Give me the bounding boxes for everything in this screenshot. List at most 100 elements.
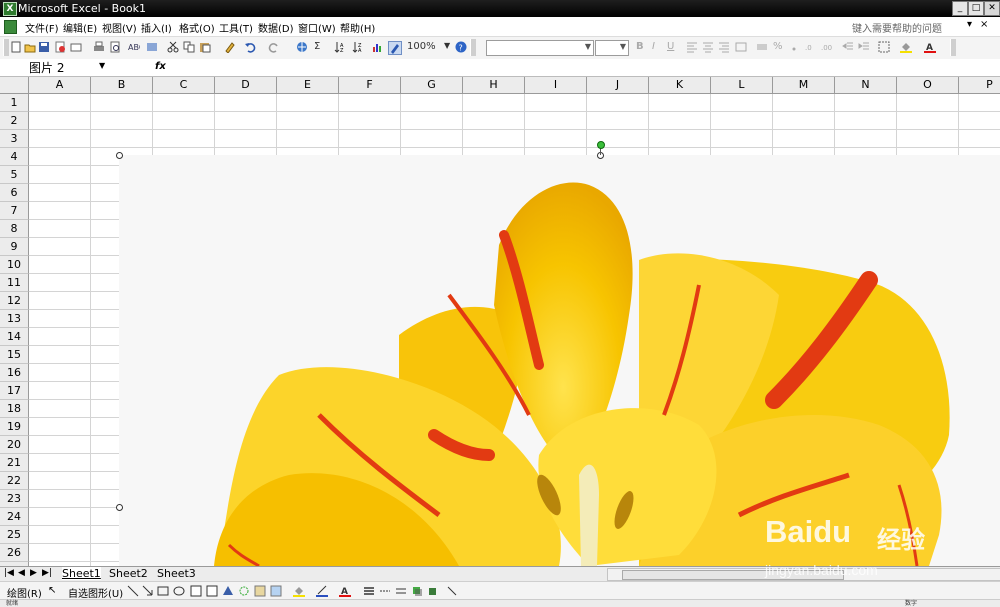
row-header[interactable]: 13 xyxy=(0,310,29,328)
bold-button[interactable]: B xyxy=(636,41,644,52)
draw-menu-button[interactable]: 绘图(R) xyxy=(7,585,42,600)
column-header[interactable]: G xyxy=(401,77,463,94)
decrease-decimal-icon[interactable]: .00 xyxy=(821,41,833,53)
comma-style-icon[interactable] xyxy=(788,41,800,53)
percent-button[interactable]: % xyxy=(773,41,783,52)
menu-tools[interactable]: 工具(T) xyxy=(219,20,253,35)
toolbar-grip[interactable] xyxy=(3,39,9,56)
row-header[interactable]: 12 xyxy=(0,292,29,310)
line-style-icon[interactable] xyxy=(363,585,375,597)
arrow-icon[interactable] xyxy=(142,585,154,597)
italic-button[interactable]: I xyxy=(652,41,655,52)
increase-decimal-icon[interactable]: .0 xyxy=(805,41,817,53)
column-header[interactable]: J xyxy=(587,77,649,94)
fill-color-icon[interactable] xyxy=(900,41,912,53)
row-header[interactable]: 3 xyxy=(0,130,29,148)
copy-icon[interactable] xyxy=(183,41,195,53)
research-icon[interactable] xyxy=(146,41,158,53)
font-size-combo[interactable]: ▼ xyxy=(595,40,629,56)
rectangle-icon[interactable] xyxy=(157,585,169,597)
drawing-font-color-icon[interactable]: A xyxy=(339,585,351,597)
3d-style-icon[interactable] xyxy=(427,585,439,597)
select-objects-icon[interactable]: ↖ xyxy=(48,585,56,596)
row-header[interactable]: 8 xyxy=(0,220,29,238)
drawing-fill-color-icon[interactable] xyxy=(293,585,305,597)
menu-file[interactable]: 文件(F) xyxy=(25,20,59,35)
row-header[interactable]: 9 xyxy=(0,238,29,256)
resize-handle-middle-left[interactable] xyxy=(116,504,123,511)
cut-icon[interactable] xyxy=(167,41,179,53)
sort-ascending-icon[interactable]: AZ xyxy=(334,41,346,53)
drawing-toggle-icon[interactable] xyxy=(388,41,402,55)
borders-icon[interactable] xyxy=(878,41,890,53)
increase-indent-icon[interactable] xyxy=(858,41,870,53)
dash-style-icon[interactable] xyxy=(379,585,391,597)
column-header[interactable]: A xyxy=(29,77,91,94)
inserted-picture[interactable] xyxy=(119,155,1000,566)
print-icon[interactable] xyxy=(93,41,105,53)
row-header[interactable]: 16 xyxy=(0,364,29,382)
row-header[interactable]: 21 xyxy=(0,454,29,472)
minimize-button[interactable]: _ xyxy=(952,1,968,16)
align-center-icon[interactable] xyxy=(702,41,714,53)
column-header[interactable]: I xyxy=(525,77,587,94)
name-box[interactable]: 图片 2 xyxy=(29,59,64,76)
workbook-icon[interactable] xyxy=(4,20,17,34)
restore-button[interactable]: □ xyxy=(968,1,984,16)
clipart-icon[interactable] xyxy=(254,585,266,597)
help-question-input[interactable]: 键入需要帮助的问题 xyxy=(852,20,942,35)
menu-insert[interactable]: 插入(I) xyxy=(141,20,172,35)
row-header[interactable]: 6 xyxy=(0,184,29,202)
align-left-icon[interactable] xyxy=(686,41,698,53)
next-sheet-button[interactable]: ▶ xyxy=(30,568,37,578)
toolbar-grip-3[interactable] xyxy=(950,39,956,56)
row-header[interactable]: 20 xyxy=(0,436,29,454)
help-icon[interactable]: ? xyxy=(455,41,467,53)
save-icon[interactable] xyxy=(38,41,50,53)
tab-sheet1[interactable]: Sheet1 xyxy=(62,567,101,580)
horizontal-scroll-thumb[interactable] xyxy=(622,570,844,580)
align-right-icon[interactable] xyxy=(718,41,730,53)
undo-icon[interactable] xyxy=(244,41,256,53)
row-header[interactable]: 26 xyxy=(0,544,29,562)
line-icon[interactable] xyxy=(127,585,139,597)
zoom-value[interactable]: 100% xyxy=(407,41,436,52)
menu-help[interactable]: 帮助(H) xyxy=(340,20,375,35)
row-header[interactable]: 19 xyxy=(0,418,29,436)
close-button[interactable]: ✕ xyxy=(984,1,1000,16)
row-header[interactable]: 18 xyxy=(0,400,29,418)
hyperlink-icon[interactable] xyxy=(296,41,308,53)
font-name-combo[interactable]: ▼ xyxy=(486,40,594,56)
row-header[interactable]: 24 xyxy=(0,508,29,526)
column-header[interactable]: K xyxy=(649,77,711,94)
doc-close-button[interactable]: × xyxy=(980,19,988,30)
print-preview-icon[interactable] xyxy=(109,41,121,53)
select-all-corner[interactable] xyxy=(0,77,29,94)
row-header[interactable]: 11 xyxy=(0,274,29,292)
column-header[interactable]: H xyxy=(463,77,525,94)
chart-wizard-icon[interactable] xyxy=(372,41,384,53)
row-header[interactable]: 25 xyxy=(0,526,29,544)
column-header[interactable]: L xyxy=(711,77,773,94)
first-sheet-button[interactable]: |◀ xyxy=(4,568,14,578)
row-header[interactable]: 17 xyxy=(0,382,29,400)
redo-icon[interactable] xyxy=(268,41,280,53)
wordart-icon[interactable] xyxy=(222,585,234,597)
row-header[interactable]: 23 xyxy=(0,490,29,508)
last-sheet-button[interactable]: ▶| xyxy=(42,568,52,578)
merge-center-icon[interactable] xyxy=(735,41,747,53)
row-header[interactable]: 2 xyxy=(0,112,29,130)
currency-icon[interactable] xyxy=(756,41,768,53)
menu-format[interactable]: 格式(O) xyxy=(179,20,215,35)
autosum-icon[interactable]: Σ xyxy=(314,41,320,52)
column-header[interactable]: B xyxy=(91,77,153,94)
help-dropdown-icon[interactable]: ▾ xyxy=(967,19,972,30)
row-header[interactable]: 14 xyxy=(0,328,29,346)
column-header[interactable]: F xyxy=(339,77,401,94)
column-header[interactable]: C xyxy=(153,77,215,94)
insert-function-button[interactable]: fx xyxy=(155,61,166,72)
email-icon[interactable] xyxy=(70,41,82,53)
line-color-icon[interactable] xyxy=(316,585,328,597)
zoom-dropdown-icon[interactable]: ▼ xyxy=(444,41,450,50)
row-header[interactable]: 5 xyxy=(0,166,29,184)
